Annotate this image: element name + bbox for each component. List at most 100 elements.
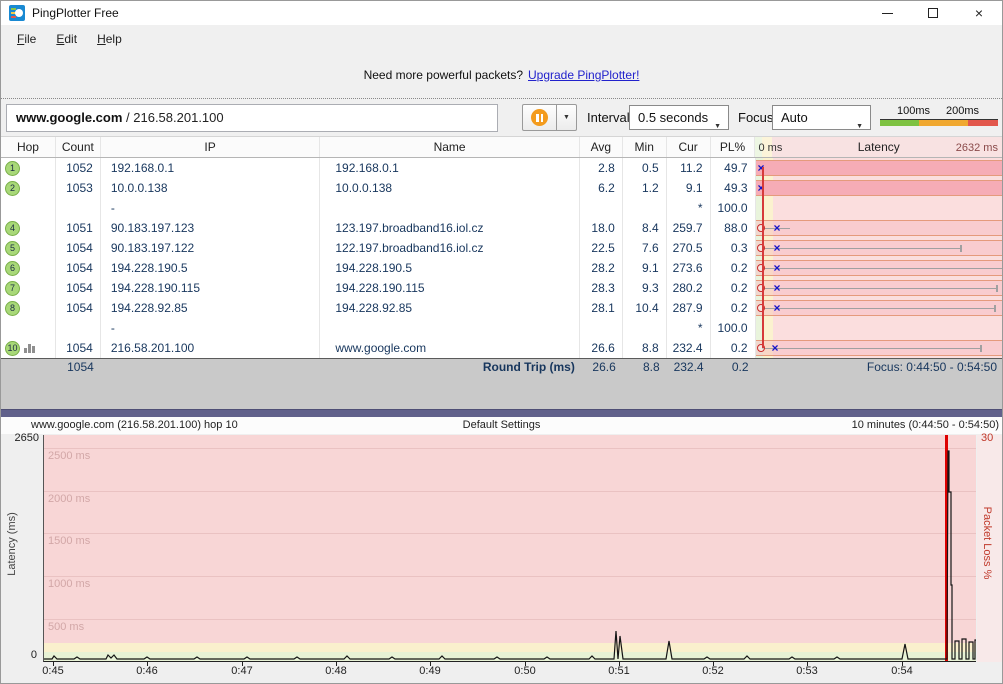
hop-row-5[interactable]: 5 1054 90.183.197.122 122.197.broadband1… bbox=[1, 238, 1002, 258]
pl-cell: 100.0 bbox=[711, 198, 756, 218]
min-max-range-line bbox=[762, 288, 998, 290]
name-cell: 192.168.0.1 bbox=[320, 158, 579, 178]
trace-table-header: Hop Count IP Name Avg Min Cur PL% 0 ms L… bbox=[1, 136, 1002, 158]
hop-number-badge: 2 bbox=[5, 181, 20, 196]
pingplotter-window: PingPlotter Free × File Edit Help Need m… bbox=[0, 0, 1003, 684]
x-tick-0-45: 0:45 bbox=[32, 665, 74, 677]
count-cell: 1054 bbox=[56, 298, 101, 318]
avg-cell: 18.0 bbox=[580, 218, 623, 238]
summary-count: 1054 bbox=[56, 359, 101, 375]
ip-cell: - bbox=[101, 318, 321, 338]
pause-button[interactable] bbox=[522, 104, 557, 131]
hop-number-badge: 8 bbox=[5, 301, 20, 316]
summary-pl: 0.2 bbox=[711, 359, 756, 375]
upgrade-link[interactable]: Upgrade PingPlotter! bbox=[528, 68, 639, 82]
x-tick-0-47: 0:47 bbox=[221, 665, 263, 677]
cur-cell: * bbox=[667, 198, 711, 218]
min-cell: 7.6 bbox=[623, 238, 667, 258]
cur-cell: 287.9 bbox=[667, 298, 711, 318]
latency-plot-area[interactable]: 2500 ms 2000 ms 1500 ms 1000 ms 500 ms bbox=[43, 435, 976, 662]
target-input[interactable]: www.google.com / 216.58.201.100 bbox=[6, 104, 498, 132]
column-header-hop: Hop bbox=[1, 137, 56, 157]
count-cell: 1054 bbox=[56, 278, 101, 298]
current-latency-marker bbox=[774, 278, 781, 298]
minimize-button[interactable] bbox=[864, 1, 910, 25]
hop-number-badge: 5 bbox=[5, 241, 20, 256]
min-cell: 0.5 bbox=[623, 158, 667, 178]
scale-200ms-label: 200ms bbox=[946, 105, 979, 117]
summary-cur: 232.4 bbox=[667, 359, 711, 375]
pl-cell: 0.2 bbox=[711, 278, 756, 298]
window-title: PingPlotter Free bbox=[32, 6, 119, 20]
y2-axis-max: 30 bbox=[981, 432, 993, 444]
cur-cell: 259.7 bbox=[667, 218, 711, 238]
menu-file[interactable]: File bbox=[7, 29, 46, 49]
name-cell: 194.228.190.115 bbox=[320, 278, 579, 298]
pause-dropdown-button[interactable]: ▼ bbox=[557, 104, 577, 131]
hop-row-7[interactable]: 7 1054 194.228.190.115 194.228.190.115 2… bbox=[1, 278, 1002, 298]
ip-cell: 192.168.0.1 bbox=[101, 158, 321, 178]
avg-cell: 26.6 bbox=[580, 338, 623, 358]
min-cell: 8.8 bbox=[623, 338, 667, 358]
count-cell: 1052 bbox=[56, 158, 101, 178]
trace-table-body: 1 1052 192.168.0.1 192.168.0.1 2.8 0.5 1… bbox=[1, 158, 1002, 358]
focus-select[interactable]: Auto▼ bbox=[772, 105, 871, 130]
latency-graph-cell bbox=[756, 198, 1002, 218]
focused-hop-chart-icon bbox=[24, 343, 35, 353]
min-cell bbox=[623, 198, 667, 218]
name-cell: 123.197.broadband16.iol.cz bbox=[320, 218, 579, 238]
column-header-name: Name bbox=[320, 137, 579, 157]
focus-range-label: Focus: 0:44:50 - 0:54:50 bbox=[756, 359, 1003, 375]
latency-range-bar bbox=[756, 220, 1002, 236]
hop-row-9[interactable]: - * 100.0 bbox=[1, 318, 1002, 338]
maximize-button[interactable] bbox=[910, 1, 956, 25]
hop-row-1[interactable]: 1 1052 192.168.0.1 192.168.0.1 2.8 0.5 1… bbox=[1, 158, 1002, 178]
menu-help[interactable]: Help bbox=[87, 29, 132, 49]
name-cell: 10.0.0.138 bbox=[320, 178, 579, 198]
interval-select[interactable]: 0.5 seconds▼ bbox=[629, 105, 729, 130]
hop-row-6[interactable]: 6 1054 194.228.190.5 194.228.190.5 28.2 … bbox=[1, 258, 1002, 278]
cur-cell: 9.1 bbox=[667, 178, 711, 198]
latency-graph-cell bbox=[756, 238, 1002, 258]
hop-row-8[interactable]: 8 1054 194.228.92.85 194.228.92.85 28.1 … bbox=[1, 298, 1002, 318]
current-latency-marker bbox=[774, 298, 781, 318]
pl-cell: 0.2 bbox=[711, 298, 756, 318]
summary-avg: 26.6 bbox=[580, 359, 623, 375]
app-logo-icon bbox=[9, 5, 25, 21]
timeline-header: www.google.com (216.58.201.100) hop 10 D… bbox=[1, 417, 1002, 434]
close-button[interactable]: × bbox=[956, 1, 1002, 25]
current-latency-marker bbox=[774, 218, 781, 238]
column-header-latency: 0 ms Latency 2632 ms bbox=[755, 137, 1002, 157]
ip-cell: 10.0.0.138 bbox=[101, 178, 321, 198]
title-bar: PingPlotter Free × bbox=[1, 1, 1002, 25]
column-header-pl: PL% bbox=[711, 137, 756, 157]
latency-graph-cell bbox=[756, 278, 1002, 298]
column-header-ip: IP bbox=[101, 137, 321, 157]
hop-row-10[interactable]: 10 1054 216.58.201.100 www.google.com 26… bbox=[1, 338, 1002, 358]
latency-scale-max: 2632 ms bbox=[956, 138, 998, 157]
avg-cell: 6.2 bbox=[580, 178, 623, 198]
ip-cell: 194.228.190.5 bbox=[101, 258, 321, 278]
name-cell: 194.228.92.85 bbox=[320, 298, 579, 318]
hop-number-badge: 10 bbox=[5, 341, 20, 356]
hop-row-4[interactable]: 4 1051 90.183.197.123 123.197.broadband1… bbox=[1, 218, 1002, 238]
min-cell: 8.4 bbox=[623, 218, 667, 238]
menu-edit[interactable]: Edit bbox=[46, 29, 87, 49]
min-cell: 10.4 bbox=[623, 298, 667, 318]
pl-cell: 88.0 bbox=[711, 218, 756, 238]
chevron-down-icon: ▼ bbox=[856, 115, 863, 138]
y-axis-min: 0 bbox=[21, 649, 37, 661]
hop-row-3[interactable]: - * 100.0 bbox=[1, 198, 1002, 218]
name-cell bbox=[320, 198, 579, 218]
hop-row-2[interactable]: 2 1053 10.0.0.138 10.0.0.138 6.2 1.2 9.1… bbox=[1, 178, 1002, 198]
y-axis-max: 2650 bbox=[1, 432, 39, 444]
count-cell: 1054 bbox=[56, 238, 101, 258]
pl-cell: 49.7 bbox=[711, 158, 756, 178]
cur-cell: 280.2 bbox=[667, 278, 711, 298]
summary-min: 8.8 bbox=[623, 359, 667, 375]
hop-number-badge: 6 bbox=[5, 261, 20, 276]
pane-splitter[interactable] bbox=[1, 409, 1002, 417]
avg-cell: 28.3 bbox=[580, 278, 623, 298]
round-trip-summary-row[interactable]: 1054 Round Trip (ms) 26.6 8.8 232.4 0.2 … bbox=[1, 358, 1002, 375]
chevron-down-icon: ▼ bbox=[714, 115, 721, 138]
